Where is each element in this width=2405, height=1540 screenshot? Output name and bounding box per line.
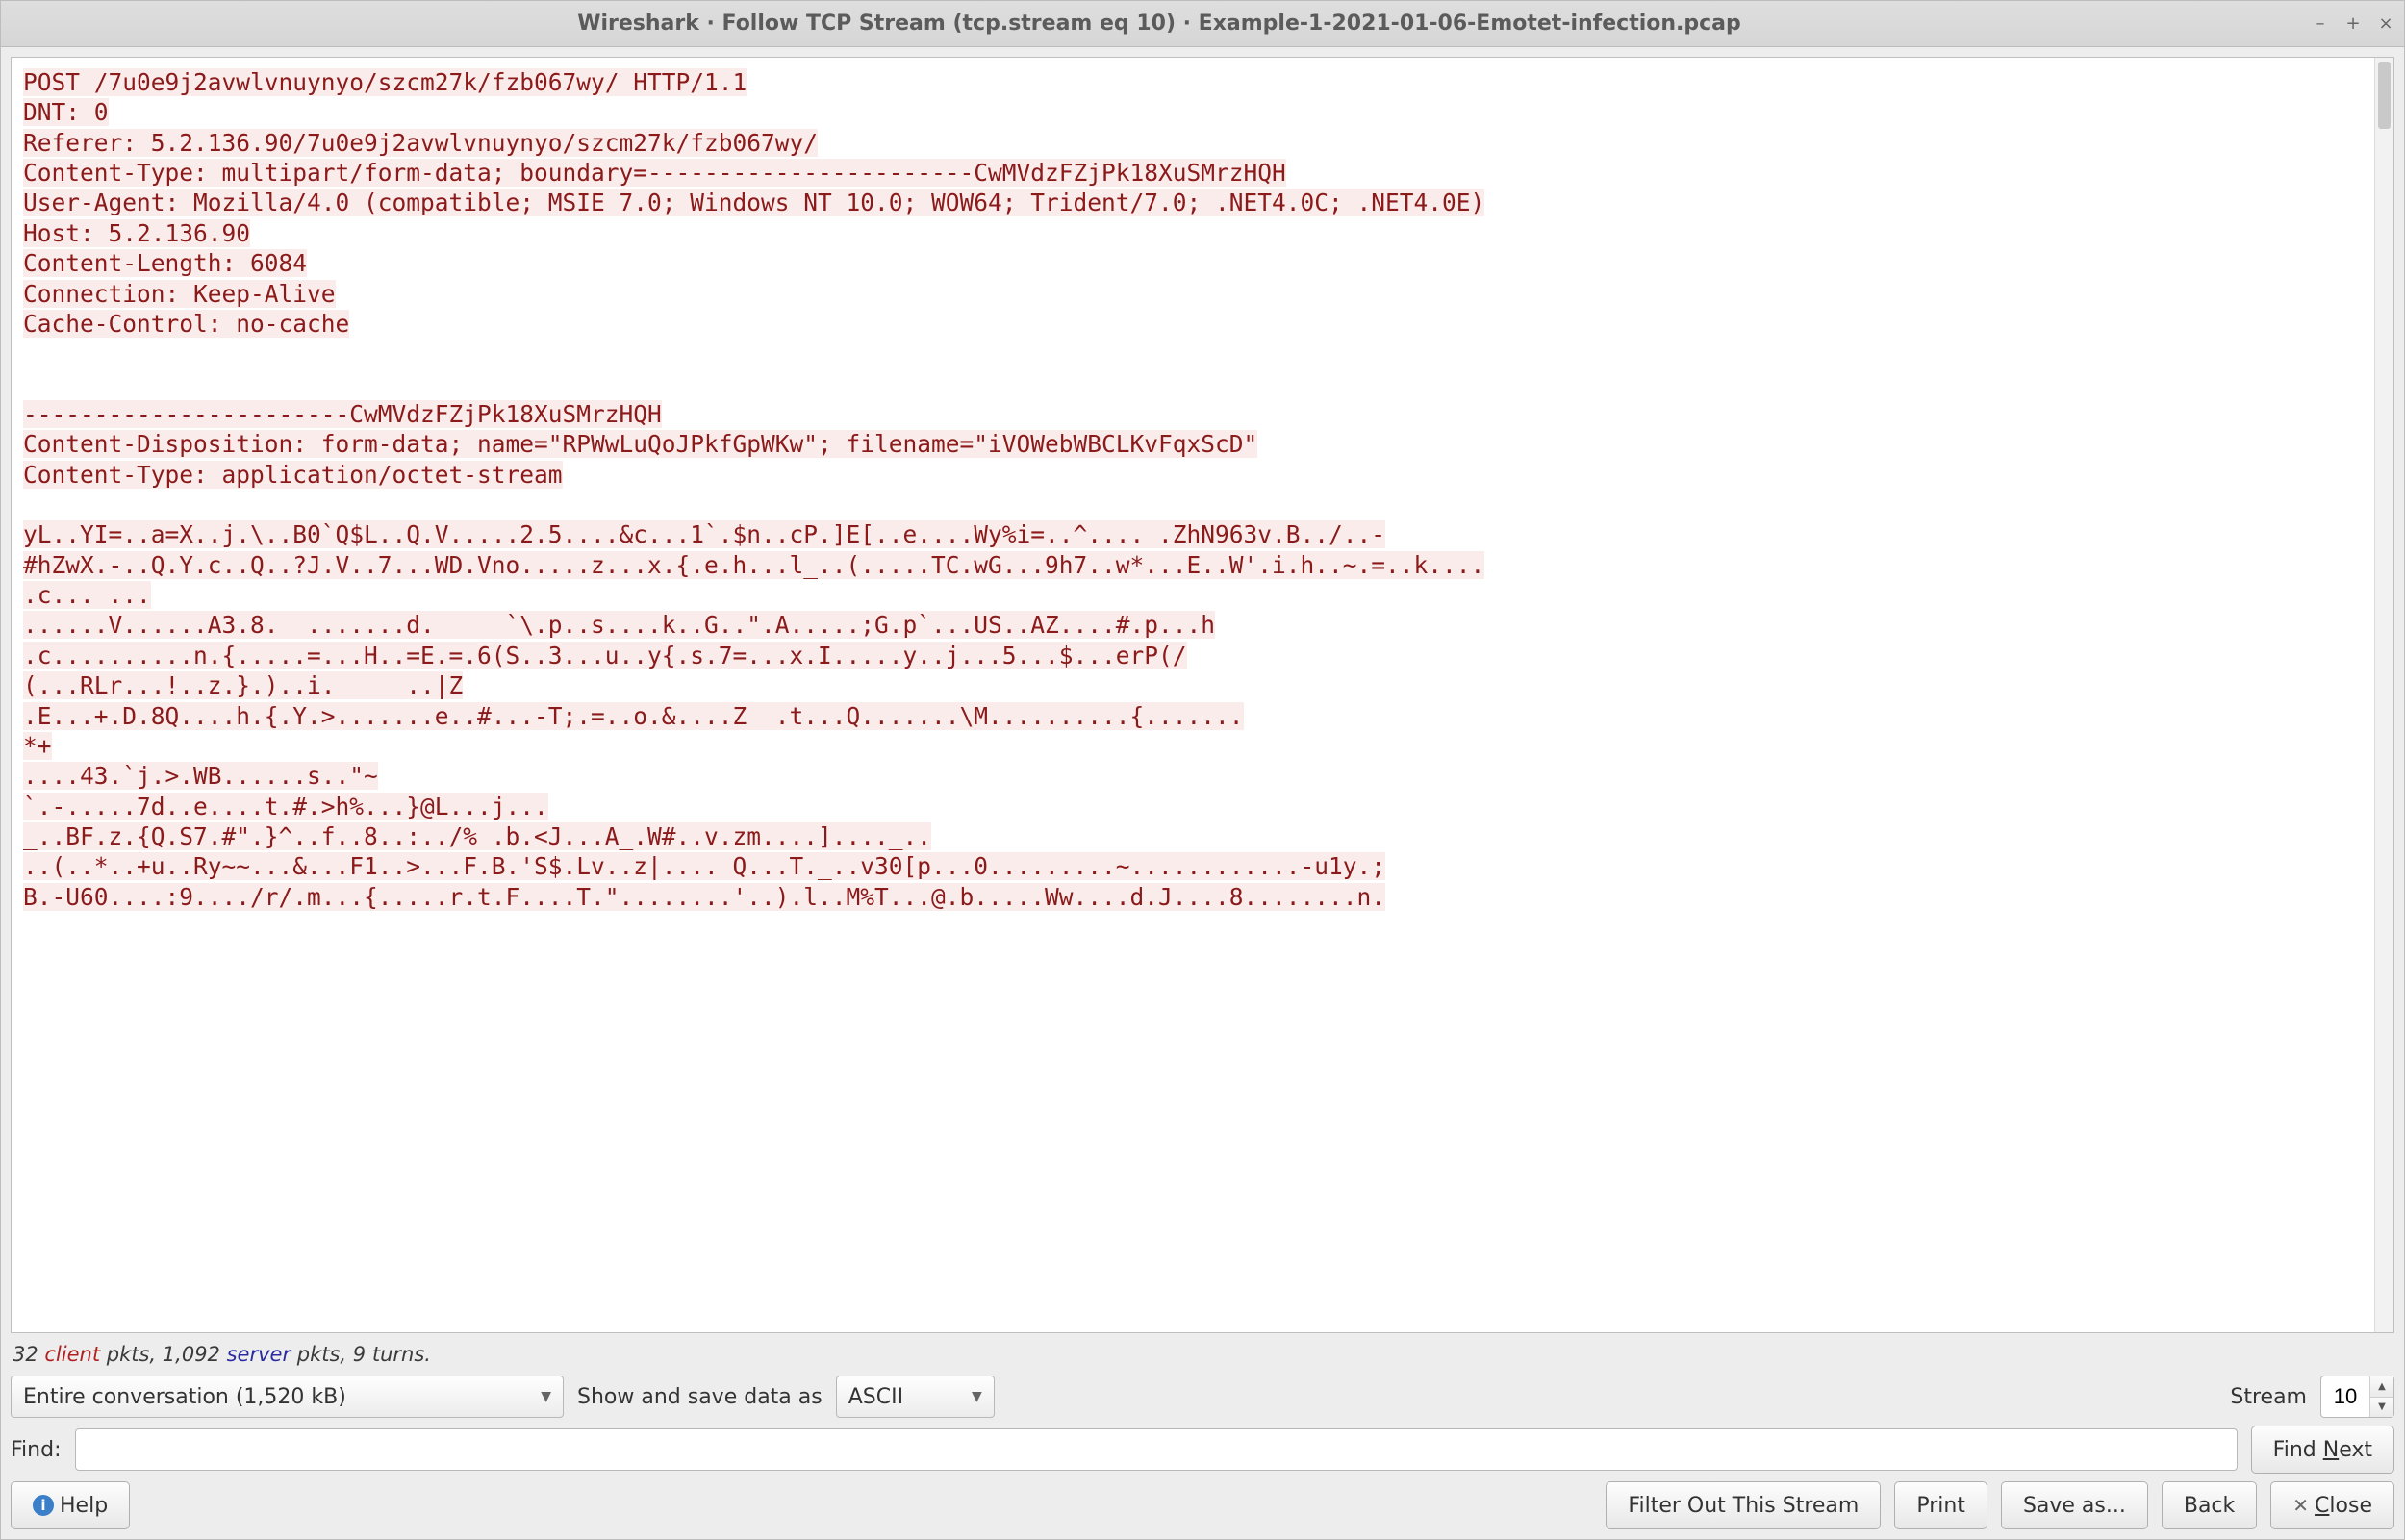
row-find: Find: Find Next bbox=[11, 1426, 2394, 1474]
client-pkts-count: 32 bbox=[13, 1343, 38, 1366]
filter-out-label: Filter Out This Stream bbox=[1628, 1494, 1859, 1518]
close-label: Close bbox=[2315, 1494, 2372, 1518]
server-label: server bbox=[220, 1343, 291, 1366]
close-window-button[interactable]: × bbox=[2375, 13, 2396, 35]
stream-up-button[interactable]: ▲ bbox=[2370, 1376, 2393, 1398]
minimize-button[interactable]: – bbox=[2310, 13, 2331, 35]
filter-out-button[interactable]: Filter Out This Stream bbox=[1606, 1481, 1881, 1529]
save-as-label: Save as... bbox=[2023, 1494, 2126, 1518]
back-label: Back bbox=[2184, 1494, 2235, 1518]
conversation-value: Entire conversation (1,520 kB) bbox=[23, 1385, 346, 1409]
client-label: client bbox=[38, 1343, 100, 1366]
close-button[interactable]: ✕ Close bbox=[2270, 1481, 2394, 1529]
find-next-button[interactable]: Find Next bbox=[2251, 1426, 2394, 1474]
stream-box: POST /7u0e9j2avwlvnuynyo/szcm27k/fzb067w… bbox=[11, 57, 2394, 1333]
maximize-button[interactable]: + bbox=[2342, 13, 2364, 35]
content: POST /7u0e9j2avwlvnuynyo/szcm27k/fzb067w… bbox=[1, 47, 2404, 1539]
stream-input[interactable] bbox=[2321, 1376, 2369, 1417]
pkts-label-2: pkts, bbox=[291, 1343, 353, 1366]
stats-line: 32 client pkts, 1,092 server pkts, 9 tur… bbox=[11, 1341, 2394, 1368]
turns-count: 9 bbox=[353, 1343, 366, 1366]
help-button[interactable]: i Help bbox=[11, 1481, 130, 1529]
window: Wireshark · Follow TCP Stream (tcp.strea… bbox=[0, 0, 2405, 1540]
print-label: Print bbox=[1916, 1494, 1965, 1518]
data-as-combo[interactable]: ASCII ▼ bbox=[836, 1376, 995, 1418]
scrollbar-thumb[interactable] bbox=[2378, 62, 2391, 129]
find-input[interactable] bbox=[75, 1428, 2238, 1471]
close-icon: ✕ bbox=[2292, 1494, 2309, 1517]
window-title: Wireshark · Follow TCP Stream (tcp.strea… bbox=[9, 12, 2310, 36]
scrollbar[interactable] bbox=[2374, 58, 2393, 1332]
stream-spin[interactable]: ▲ ▼ bbox=[2320, 1376, 2394, 1418]
titlebar: Wireshark · Follow TCP Stream (tcp.strea… bbox=[1, 1, 2404, 47]
stream-label: Stream bbox=[2230, 1385, 2307, 1409]
help-label: Help bbox=[60, 1494, 108, 1518]
chevron-down-icon: ▼ bbox=[541, 1389, 551, 1404]
turns-label: turns. bbox=[366, 1343, 431, 1366]
back-button[interactable]: Back bbox=[2162, 1481, 2257, 1529]
stream-text[interactable]: POST /7u0e9j2avwlvnuynyo/szcm27k/fzb067w… bbox=[12, 58, 2374, 1332]
chevron-down-icon: ▼ bbox=[972, 1389, 982, 1404]
show-data-as-label: Show and save data as bbox=[577, 1385, 823, 1409]
find-next-label: Find Next bbox=[2273, 1438, 2372, 1462]
stream-down-button[interactable]: ▼ bbox=[2370, 1398, 2393, 1418]
pkts-label-1: pkts, bbox=[100, 1343, 163, 1366]
print-button[interactable]: Print bbox=[1894, 1481, 1987, 1529]
row-buttons: i Help Filter Out This Stream Print Save… bbox=[11, 1481, 2394, 1529]
conversation-combo[interactable]: Entire conversation (1,520 kB) ▼ bbox=[11, 1376, 564, 1418]
find-label: Find: bbox=[11, 1438, 62, 1462]
row-conversation: Entire conversation (1,520 kB) ▼ Show an… bbox=[11, 1376, 2394, 1418]
server-pkts-count: 1,092 bbox=[163, 1343, 220, 1366]
data-as-value: ASCII bbox=[848, 1385, 903, 1409]
save-as-button[interactable]: Save as... bbox=[2001, 1481, 2148, 1529]
window-controls: – + × bbox=[2310, 13, 2396, 35]
info-icon: i bbox=[33, 1495, 54, 1516]
